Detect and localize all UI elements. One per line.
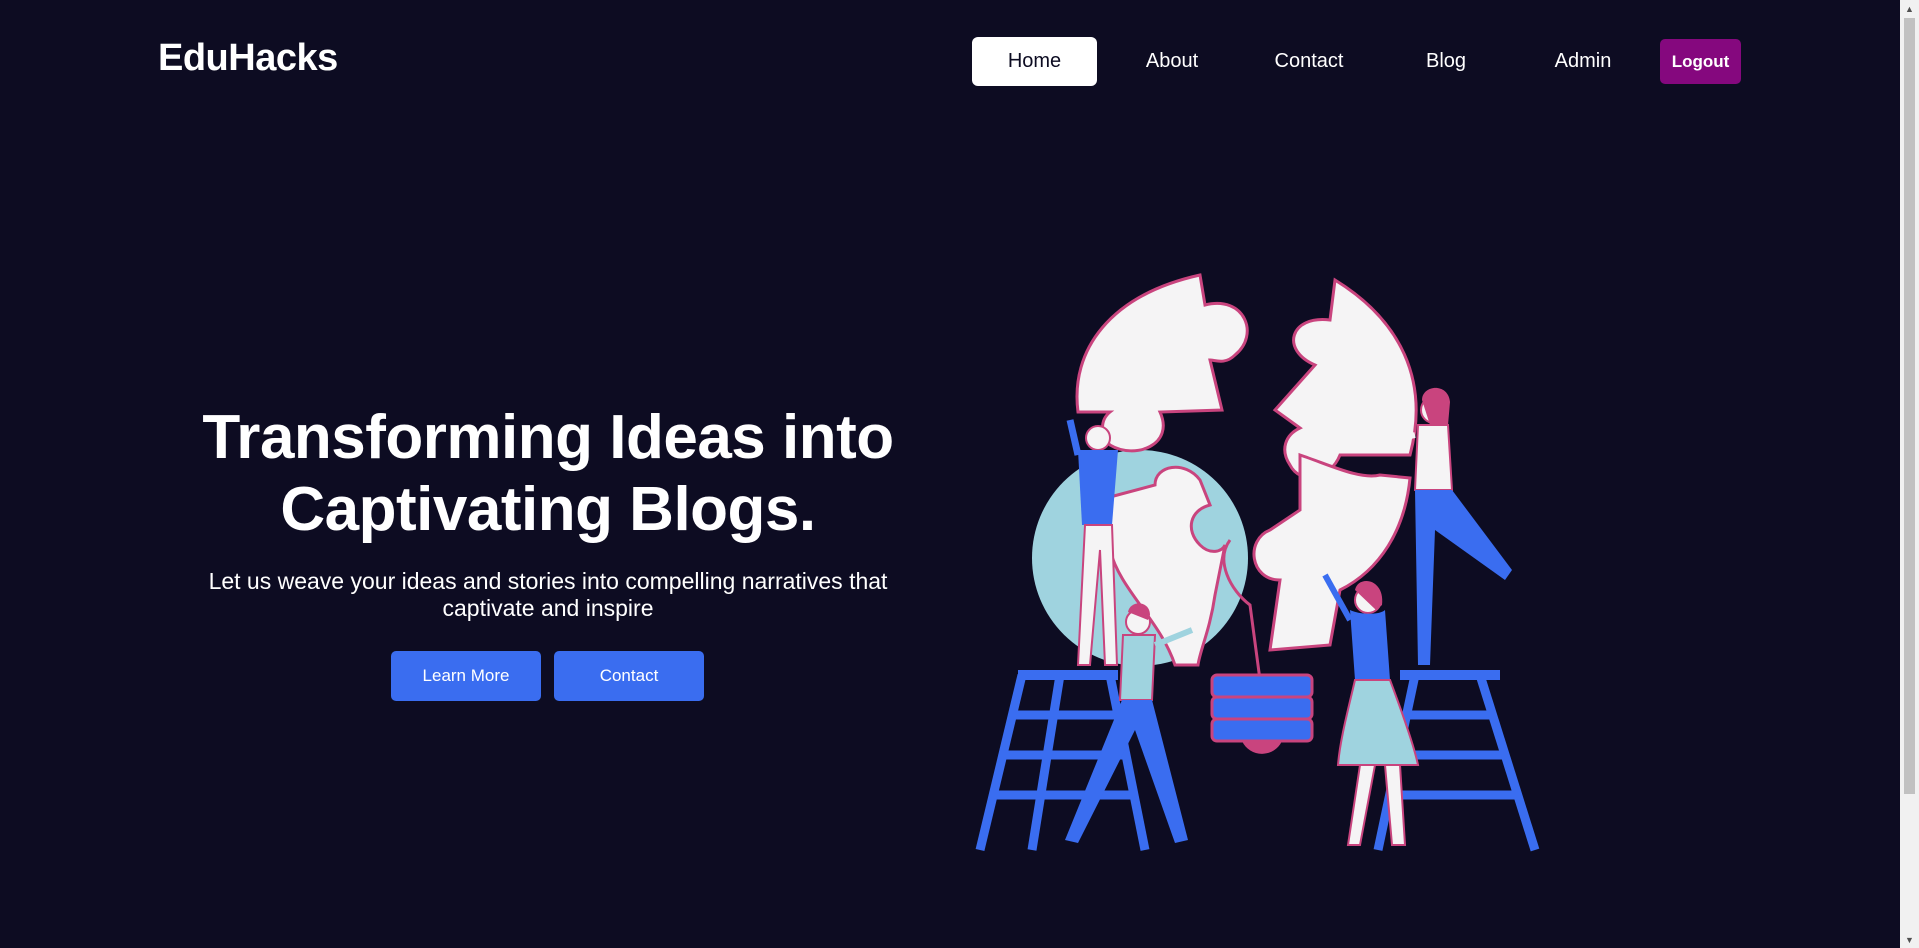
bulb-tip-icon: [1242, 741, 1282, 754]
hero-title-line-2: Captivating Blogs.: [280, 475, 816, 544]
hero-subtitle: Let us weave your ideas and stories into…: [208, 568, 888, 621]
brand-logo[interactable]: EduHacks: [158, 37, 338, 80]
right-ladder-top-icon: [1400, 670, 1500, 680]
learn-more-button[interactable]: Learn More: [391, 651, 541, 701]
puzzle-piece-top-left-icon: [1075, 273, 1249, 453]
hero-section: Transforming Ideas into Captivating Blog…: [180, 402, 916, 622]
nav-item-contact[interactable]: Contact: [1246, 37, 1372, 86]
scroll-down-arrow-icon[interactable]: ▼: [1900, 931, 1919, 948]
logout-button[interactable]: Logout: [1660, 39, 1741, 84]
scroll-up-arrow-icon[interactable]: ▲: [1900, 0, 1919, 17]
vertical-scrollbar[interactable]: ▲ ▼: [1900, 0, 1919, 948]
nav-item-about[interactable]: About: [1109, 37, 1235, 86]
hero-title-line-1: Transforming Ideas into: [202, 403, 894, 472]
puzzle-team-illustration: [975, 273, 1540, 852]
scrollbar-thumb[interactable]: [1904, 18, 1915, 794]
bulb-base-3-icon: [1210, 717, 1314, 743]
puzzle-piece-bottom-right-icon: [1252, 452, 1412, 652]
bulb-base-2-icon: [1210, 695, 1314, 721]
nav-item-blog[interactable]: Blog: [1383, 37, 1509, 86]
left-ladder-icon: [975, 673, 1150, 852]
bulb-base-1-icon: [1210, 673, 1314, 699]
navbar: EduHacks Home About Contact Blog Admin L…: [0, 0, 1900, 124]
puzzle-piece-top-right-icon: [1272, 277, 1418, 479]
left-ladder-top-icon: [1018, 670, 1118, 680]
hero-title: Transforming Ideas into Captivating Blog…: [180, 402, 916, 546]
page: EduHacks Home About Contact Blog Admin L…: [0, 0, 1919, 948]
contact-button[interactable]: Contact: [554, 651, 704, 701]
nav-item-admin[interactable]: Admin: [1520, 37, 1646, 86]
nav-item-home[interactable]: Home: [972, 37, 1097, 86]
